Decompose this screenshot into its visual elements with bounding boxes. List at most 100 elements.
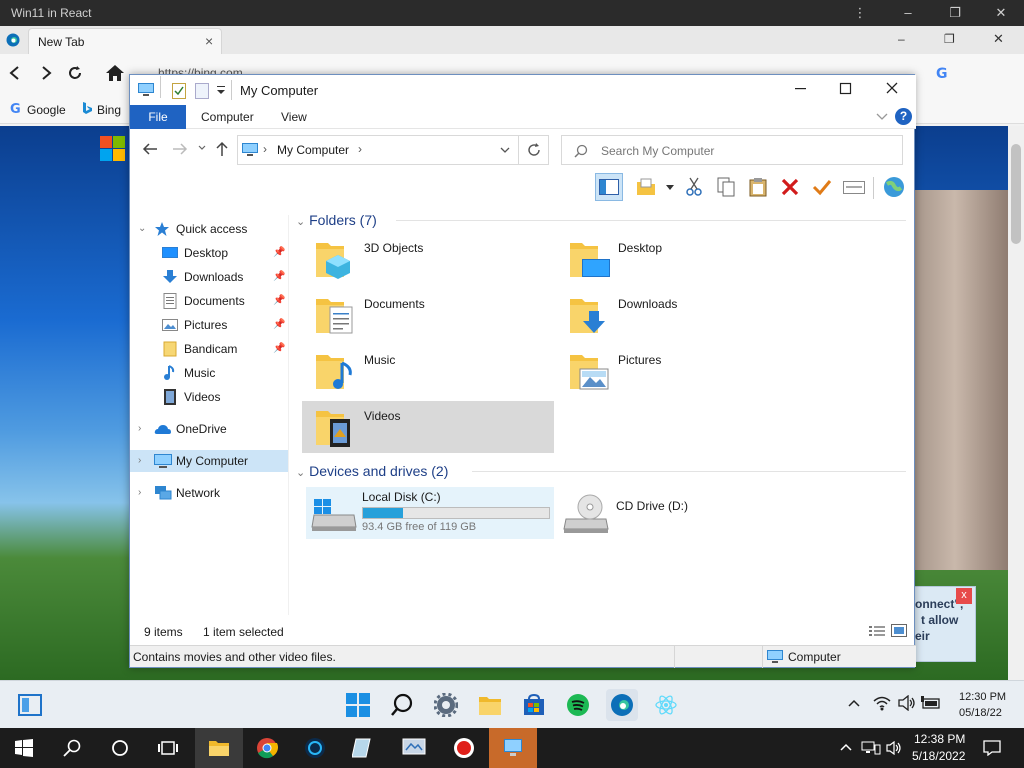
nav-my-computer[interactable]: › My Computer [130,450,288,472]
folder-pictures[interactable]: Pictures [560,345,810,397]
ribbon-expand-icon[interactable] [876,112,888,122]
clock-time[interactable]: 12:38 PM [914,732,965,746]
new-folder-icon[interactable] [195,83,209,99]
large-icons-view-icon[interactable] [891,624,907,638]
properties-icon[interactable] [172,83,186,99]
collapse-chevron-icon[interactable]: ⌄ [296,216,305,228]
nav-item-documents[interactable]: Documents 📌 [130,290,288,312]
breadcrumb[interactable]: My Computer [277,143,349,157]
cut-icon[interactable] [680,173,708,201]
search-box[interactable]: Search My Computer [561,135,903,165]
drives-group-header[interactable]: ⌄ Devices and drives (2) [296,460,906,482]
expand-chevron-icon[interactable]: ⌄ [138,218,146,240]
back-arrow-icon[interactable] [142,143,158,155]
details-view-icon[interactable] [869,625,885,637]
tray-chevron-up-icon[interactable] [848,699,860,707]
address-dropdown-icon[interactable] [500,147,510,155]
expand-chevron-icon[interactable]: › [138,418,141,440]
home-icon[interactable] [105,64,125,82]
folder-downloads[interactable]: Downloads [560,289,810,341]
clock-time[interactable]: 12:30 PM [959,691,1006,703]
task-view-icon[interactable] [144,728,192,768]
search-icon[interactable] [386,689,418,721]
windows-start-icon[interactable] [0,728,48,768]
file-explorer-icon[interactable] [474,689,506,721]
battery-icon[interactable] [921,696,941,710]
folder-desktop[interactable]: Desktop [560,233,810,285]
minimize-icon[interactable] [794,81,808,95]
host-minimize-button[interactable]: – [899,4,917,22]
nav-network[interactable]: › Network [130,482,288,504]
network-globe-icon[interactable] [880,173,908,201]
notes-app-icon[interactable] [339,728,387,768]
store-icon[interactable] [518,689,550,721]
search-input[interactable]: Search My Computer [601,144,714,158]
host-menu-button[interactable]: ⋮ [851,4,869,22]
new-item-icon[interactable] [632,173,660,201]
network-icon[interactable] [861,741,881,755]
spotify-icon[interactable] [562,689,594,721]
chrome-icon[interactable] [243,728,291,768]
action-center-icon[interactable] [983,740,1001,756]
nav-item-videos[interactable]: Videos [130,386,288,408]
rename-check-icon[interactable] [808,173,836,201]
tray-chevron-up-icon[interactable] [840,743,852,751]
paste-icon[interactable] [744,173,772,201]
nav-onedrive[interactable]: › OneDrive [130,418,288,440]
drive-d[interactable]: CD Drive (D:) [560,487,810,539]
tab-computer[interactable]: Computer [201,105,254,129]
drive-c[interactable]: Local Disk (C:) 93.4 GB free of 119 GB [306,487,554,539]
search-icon[interactable] [48,728,96,768]
nav-quick-access[interactable]: ⌄ Quick access [130,218,288,240]
host-restore-button[interactable]: ❐ [946,4,964,22]
browser-minimize-button[interactable]: – [898,32,905,46]
browser-restore-button[interactable]: ❐ [944,32,955,46]
record-icon[interactable] [440,728,488,768]
new-item-dropdown-icon[interactable] [666,185,674,191]
remote-desktop-icon[interactable] [489,728,537,768]
close-icon[interactable] [885,81,899,95]
folders-group-header[interactable]: ⌄ Folders (7) [296,209,906,231]
forward-icon[interactable] [40,66,52,80]
bookmark-google[interactable]: Google [27,103,66,117]
clock-date[interactable]: 5/18/2022 [912,749,965,763]
tab-view[interactable]: View [281,105,307,129]
reload-icon[interactable] [67,65,83,81]
expand-chevron-icon[interactable]: › [138,450,141,472]
maximize-icon[interactable] [839,81,853,95]
volume-icon[interactable] [898,695,916,711]
tab-file[interactable]: File [130,105,186,129]
back-icon[interactable] [9,66,21,80]
forward-arrow-icon[interactable] [172,143,188,155]
folder-music[interactable]: Music [306,345,556,397]
address-bar[interactable]: › My Computer › [237,135,519,165]
preview-pane-icon[interactable] [595,173,623,201]
folder-3d-objects[interactable]: 3D Objects [306,233,556,285]
wifi-icon[interactable] [873,695,891,711]
nav-item-bandicam[interactable]: Bandicam 📌 [130,338,288,360]
edge-icon[interactable] [606,689,638,721]
scrollbar-thumb[interactable] [1011,144,1021,244]
bookmark-bing[interactable]: Bing [97,103,121,117]
settings-gear-icon[interactable] [430,689,462,721]
clock-date[interactable]: 05/18/22 [959,707,1002,719]
delete-icon[interactable] [776,173,804,201]
react-icon[interactable] [650,689,682,721]
help-button[interactable]: ? [895,108,912,125]
toast-close-button[interactable]: x [956,588,972,604]
file-explorer-taskbar-icon[interactable] [195,728,243,768]
cortana-icon[interactable] [96,728,144,768]
folder-videos[interactable]: Videos [302,401,554,453]
browser-scrollbar[interactable] [1008,126,1024,680]
host-close-button[interactable]: ✕ [992,4,1010,22]
up-arrow-icon[interactable] [216,141,228,157]
collapse-chevron-icon[interactable]: ⌄ [296,467,305,479]
browser-close-button[interactable]: ✕ [993,31,1004,47]
expand-chevron-icon[interactable]: › [138,482,141,504]
google-icon[interactable]: G [934,65,950,81]
properties-icon[interactable] [840,173,868,201]
refresh-button[interactable] [519,135,549,165]
folder-documents[interactable]: Documents [306,289,556,341]
nav-item-desktop[interactable]: Desktop 📌 [130,242,288,264]
tab-close-button[interactable]: × [205,33,213,49]
